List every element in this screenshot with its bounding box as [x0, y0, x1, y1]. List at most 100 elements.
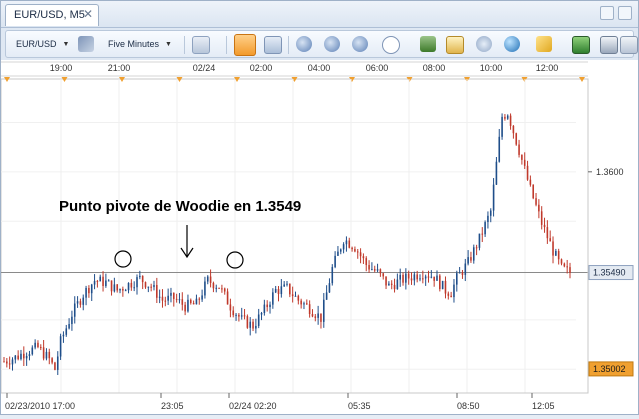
candle-body — [317, 313, 319, 318]
timeframe-selector[interactable]: Five Minutes ▼ — [108, 35, 172, 53]
top-axis-label: 06:00 — [366, 63, 389, 73]
candle-body — [331, 267, 334, 284]
candle-body — [238, 314, 240, 317]
candle-body — [495, 161, 498, 185]
candle-type-icon[interactable] — [78, 36, 94, 52]
candle-body — [107, 280, 110, 282]
candle-body — [450, 295, 452, 298]
candle-body — [127, 282, 130, 291]
candle-body — [122, 288, 124, 291]
zoom-fit-icon[interactable] — [352, 36, 368, 52]
candle-body — [396, 279, 399, 290]
candle-body — [65, 328, 68, 335]
chevron-down-icon: ▼ — [62, 40, 70, 48]
candle-body — [88, 287, 90, 294]
picture-icon[interactable] — [572, 36, 590, 54]
candle-body — [218, 287, 220, 289]
candle-body — [272, 292, 274, 305]
template-icon[interactable] — [446, 36, 464, 54]
candle-body — [28, 354, 31, 357]
candle-body — [144, 282, 147, 288]
price-chart[interactable]: 19:00 21:00 02/24 02:00 04:00 06:00 08:00 10:00… — [0, 60, 638, 414]
candle-body — [229, 304, 232, 311]
candle-body — [82, 297, 85, 305]
maximize-button[interactable] — [618, 6, 632, 20]
candle-body — [39, 347, 42, 349]
candle-body — [3, 361, 5, 363]
separator — [226, 36, 227, 54]
indicator-icon[interactable] — [234, 34, 256, 56]
candle-body — [501, 116, 503, 137]
candle-body — [306, 303, 308, 305]
candle-body — [461, 272, 464, 275]
chart-style-icon[interactable] — [192, 36, 210, 54]
candle-body — [291, 294, 294, 297]
candle-body — [45, 351, 48, 359]
candle-body — [368, 265, 370, 270]
candle-body — [283, 284, 285, 287]
candle-body — [226, 291, 229, 305]
candle-body — [124, 290, 127, 292]
zoom-out-icon[interactable] — [324, 36, 340, 52]
candle-body — [504, 116, 506, 119]
separator — [184, 36, 185, 54]
candle-body — [416, 274, 418, 280]
separator — [288, 36, 289, 54]
toolbar: EUR/USD ▼ Five Minutes ▼ — [5, 30, 638, 58]
candle-body — [14, 355, 17, 360]
symbol-selector[interactable]: EUR/USD ▼ — [16, 35, 69, 53]
candle-body — [102, 276, 104, 287]
candle-body — [566, 266, 568, 268]
candle-body — [164, 300, 167, 302]
magnifier-icon[interactable] — [382, 36, 400, 54]
timeframe-label: Five Minutes — [108, 39, 160, 49]
candle-body — [147, 286, 150, 288]
candle-body — [62, 334, 65, 337]
candle-body — [543, 224, 546, 228]
candle-body — [456, 273, 458, 285]
candle-body — [555, 251, 557, 256]
restore-button[interactable] — [600, 6, 614, 20]
candle-body — [76, 301, 79, 304]
candle-body — [498, 136, 501, 162]
candle-body — [184, 304, 186, 312]
refresh-icon[interactable] — [476, 36, 492, 52]
close-icon[interactable]: ✕ — [83, 7, 93, 21]
candle-body — [424, 276, 427, 279]
annotation-text: Punto pivote de Woodie en 1.3549 — [59, 198, 301, 215]
zoom-in-icon[interactable] — [296, 36, 312, 52]
candle-body — [320, 313, 322, 322]
last-price-label: 1.35490 — [593, 268, 626, 278]
candle-body — [458, 272, 461, 274]
candle-body — [325, 292, 328, 300]
candle-body — [192, 303, 195, 305]
bottom-axis-label: 12:05 — [532, 401, 555, 411]
candle-body — [175, 298, 178, 300]
candle-body — [269, 304, 271, 308]
candle-body — [6, 361, 8, 364]
shift-icon[interactable] — [420, 36, 436, 52]
candle-body — [467, 257, 469, 264]
candle-body — [198, 298, 201, 300]
candle-body — [79, 301, 82, 305]
chart-area[interactable]: 19:00 21:00 02/24 02:00 04:00 06:00 08:00 10:00… — [0, 60, 638, 414]
candle-body — [246, 316, 249, 328]
candle-body — [382, 273, 385, 277]
candle-body — [328, 283, 331, 293]
candle-body — [402, 274, 404, 283]
ruler-icon[interactable] — [536, 36, 552, 52]
candle-body — [373, 269, 376, 271]
objects-icon[interactable] — [264, 36, 282, 54]
globe-icon[interactable] — [504, 36, 520, 52]
candle-body — [393, 284, 396, 290]
candle-body — [478, 233, 481, 248]
candle-body — [286, 283, 288, 285]
candle-body — [257, 314, 260, 326]
tab-eurusd-m5[interactable]: EUR/USD, M5 ✕ — [5, 4, 99, 26]
candle-body — [48, 351, 51, 359]
candle-body — [532, 184, 535, 199]
print-icon[interactable] — [600, 36, 618, 54]
settings-icon[interactable] — [620, 36, 638, 54]
chart-window: EUR/USD, M5 ✕ EUR/USD ▼ Five Minutes ▼ 1… — [0, 0, 639, 415]
candle-body — [481, 233, 484, 235]
